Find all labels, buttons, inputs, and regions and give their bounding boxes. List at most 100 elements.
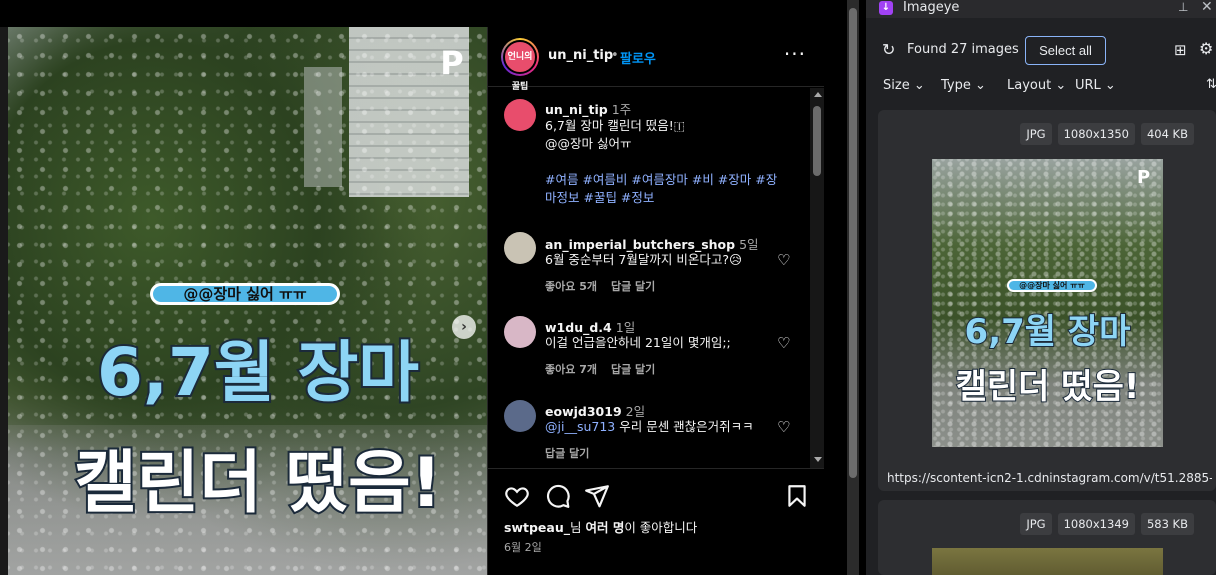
comments-panel: 언니의 꿀팁 un_ni_tip • 팔로우 ··· un_ni_tip 1주 6… (487, 27, 824, 575)
sort-icon[interactable]: ⇅ (1206, 77, 1216, 92)
comment-time: 5일 (739, 237, 759, 252)
scroll-down-arrow-icon[interactable] (814, 457, 822, 462)
reply-button[interactable]: 답글 달기 (611, 363, 655, 376)
size-badge: 404 KB (1140, 123, 1194, 145)
post-modal-backdrop: P @@장마 싫어 ㅠㅠ 6,7월 장마 캘린더 떴음! › 언니의 꿀팁 un… (0, 0, 847, 575)
comment-username[interactable]: un_ni_tip (545, 102, 608, 117)
comment-text: 이걸 언급을안하네 21일이 몇개임;; (545, 335, 731, 350)
comment-meta: 좋아요 7개 답글 달기 (545, 361, 669, 377)
add-image-icon[interactable]: ⊞ (1174, 41, 1187, 59)
image-badges: JPG 1080x1350 404 KB (1020, 123, 1194, 145)
comment-body: 우리 문센 괜찮은거쥐ㅋㅋ (615, 419, 754, 434)
filter-size[interactable]: Size ⌄ (883, 78, 925, 93)
caption-pill: @@장마 싫어 ㅠㅠ (150, 283, 340, 305)
post-date[interactable]: 6월 2일 (504, 539, 542, 555)
filter-type-label: Type (941, 78, 971, 93)
avatar[interactable]: 언니의 꿀팁 (501, 38, 539, 92)
scroll-up-arrow-icon[interactable] (814, 92, 822, 97)
post-actions: swtpeau_님 여러 명이 좋아합니다 6월 2일 (488, 468, 824, 575)
imageye-panel: ↓ Imageye ⊥ ✕ ↻ Found 27 images Select a… (866, 0, 1216, 575)
caption-text: 6,7월 장마 캘린더 떴음!🇮 @@장마 싫어ㅠ #여름 #여름비 #여름장마… (545, 117, 785, 207)
comment-time: 1주 (611, 102, 632, 117)
filter-url[interactable]: URL ⌄ (1075, 78, 1116, 93)
post-title-line2: 캘린더 떴음! (72, 442, 444, 525)
page-scrollbar[interactable] (847, 0, 859, 575)
heart-icon[interactable]: ♡ (777, 419, 793, 435)
thumb-caption-pill: @@장마 싫어 ㅠㅠ (1007, 279, 1097, 292)
comments-list[interactable]: un_ni_tip 1주 6,7월 장마 캘린더 떴음!🇮 @@장마 싫어ㅠ #여… (488, 88, 824, 468)
brand-logo-icon: P (1137, 167, 1151, 188)
heart-icon[interactable]: ♡ (777, 335, 793, 351)
like-icon[interactable] (504, 483, 530, 509)
found-count: Found 27 images (907, 42, 1019, 57)
thumb-title-line1: 6,7월 장마 (964, 311, 1132, 353)
dimensions-badge: 1080x1350 (1057, 123, 1135, 145)
avatar[interactable] (504, 232, 536, 264)
reply-button[interactable]: 답글 달기 (611, 280, 655, 293)
select-all-button[interactable]: Select all (1025, 36, 1106, 65)
comment-username[interactable]: an_imperial_butchers_shop (545, 237, 735, 252)
hashtags-line2[interactable]: 마정보 #꿀팁 #정보 (545, 189, 785, 207)
comment-text: 6월 중순부터 7월달까지 비온다고?😥 (545, 252, 742, 267)
refresh-icon[interactable]: ↻ (882, 40, 895, 59)
comments-scrollbar[interactable] (810, 88, 824, 468)
header-username[interactable]: un_ni_tip (548, 48, 613, 63)
share-icon[interactable] (584, 483, 610, 509)
comment-meta: 답글 달기 (545, 445, 603, 461)
likes-username[interactable]: swtpeau_ (504, 520, 570, 535)
filter-type[interactable]: Type ⌄ (941, 78, 986, 93)
reply-button[interactable]: 답글 달기 (545, 447, 589, 460)
image-thumbnail[interactable]: P @@장마 싫어 ㅠㅠ 6,7월 장마 캘린더 떴음! (932, 159, 1163, 447)
hashtags-line1[interactable]: #여름 #여름비 #여름장마 #비 #장마 #장 (545, 171, 785, 189)
filter-size-label: Size (883, 78, 910, 93)
pin-icon[interactable]: ⊥ (1178, 0, 1188, 14)
backdrop-edge (0, 27, 8, 575)
scroll-thumb[interactable] (813, 106, 821, 176)
comment-mention[interactable]: @ji__su713 (545, 419, 615, 434)
more-options-icon[interactable]: ··· (784, 42, 806, 66)
bookmark-icon[interactable] (784, 483, 810, 509)
follow-button[interactable]: 팔로우 (620, 48, 656, 67)
next-image-button[interactable]: › (452, 315, 476, 339)
format-badge: JPG (1020, 513, 1052, 535)
comment-username[interactable]: eowjd3019 (545, 404, 622, 419)
post-title-line1: 6,7월 장마 (95, 332, 421, 413)
heart-icon[interactable]: ♡ (777, 252, 793, 268)
likes-many[interactable]: 여러 명 (585, 520, 624, 535)
comment-likes[interactable]: 좋아요 5개 (545, 280, 597, 293)
image-card[interactable]: JPG 1080x1350 404 KB P @@장마 싫어 ㅠㅠ 6,7월 장… (878, 110, 1216, 491)
image-thumbnail[interactable] (932, 548, 1163, 575)
image-url[interactable]: https://scontent-icn2-1.cdninstagram.com… (887, 471, 1212, 485)
comment-meta: 좋아요 5개 답글 달기 (545, 278, 669, 294)
page-scroll-thumb[interactable] (849, 8, 857, 478)
close-icon[interactable]: ✕ (1201, 0, 1213, 15)
image-card[interactable]: JPG 1080x1349 583 KB (878, 500, 1216, 575)
comment-likes[interactable]: 좋아요 7개 (545, 363, 597, 376)
imageye-logo-icon: ↓ (879, 1, 893, 15)
avatar[interactable] (504, 316, 536, 348)
extension-titlebar: ↓ Imageye ⊥ ✕ (866, 0, 1216, 18)
post-image[interactable]: P @@장마 싫어 ㅠㅠ 6,7월 장마 캘린더 떴음! › (8, 27, 487, 575)
likes-text1: 님 (569, 520, 586, 535)
caption-line1: 6,7월 장마 캘린더 떴음!🇮 (545, 118, 685, 133)
comment-text: @ji__su713 우리 문센 괜찮은거쥐ㅋㅋ (545, 418, 785, 436)
post-header: 언니의 꿀팁 un_ni_tip • 팔로우 ··· (488, 27, 824, 92)
filter-layout[interactable]: Layout ⌄ (1007, 78, 1066, 93)
gear-icon[interactable]: ⚙ (1199, 39, 1213, 58)
header-separator: • (611, 48, 619, 63)
format-badge: JPG (1020, 123, 1052, 145)
filter-url-label: URL (1075, 78, 1101, 93)
likes-summary[interactable]: swtpeau_님 여러 명이 좋아합니다 (504, 517, 697, 536)
extension-name: Imageye (903, 0, 960, 15)
size-badge: 583 KB (1140, 513, 1194, 535)
comment-username[interactable]: w1du_d.4 (545, 320, 612, 335)
caption-line2: @@장마 싫어ㅠ (545, 136, 632, 151)
thumb-title-line2: 캘린더 떴음! (955, 366, 1141, 408)
brand-logo-icon: P (440, 44, 464, 82)
comment-icon[interactable] (545, 483, 571, 509)
comment-time: 1일 (615, 320, 636, 335)
dimensions-badge: 1080x1349 (1057, 513, 1135, 535)
avatar[interactable] (504, 99, 536, 131)
avatar-image: 언니의 꿀팁 (503, 40, 537, 92)
avatar[interactable] (504, 400, 536, 432)
